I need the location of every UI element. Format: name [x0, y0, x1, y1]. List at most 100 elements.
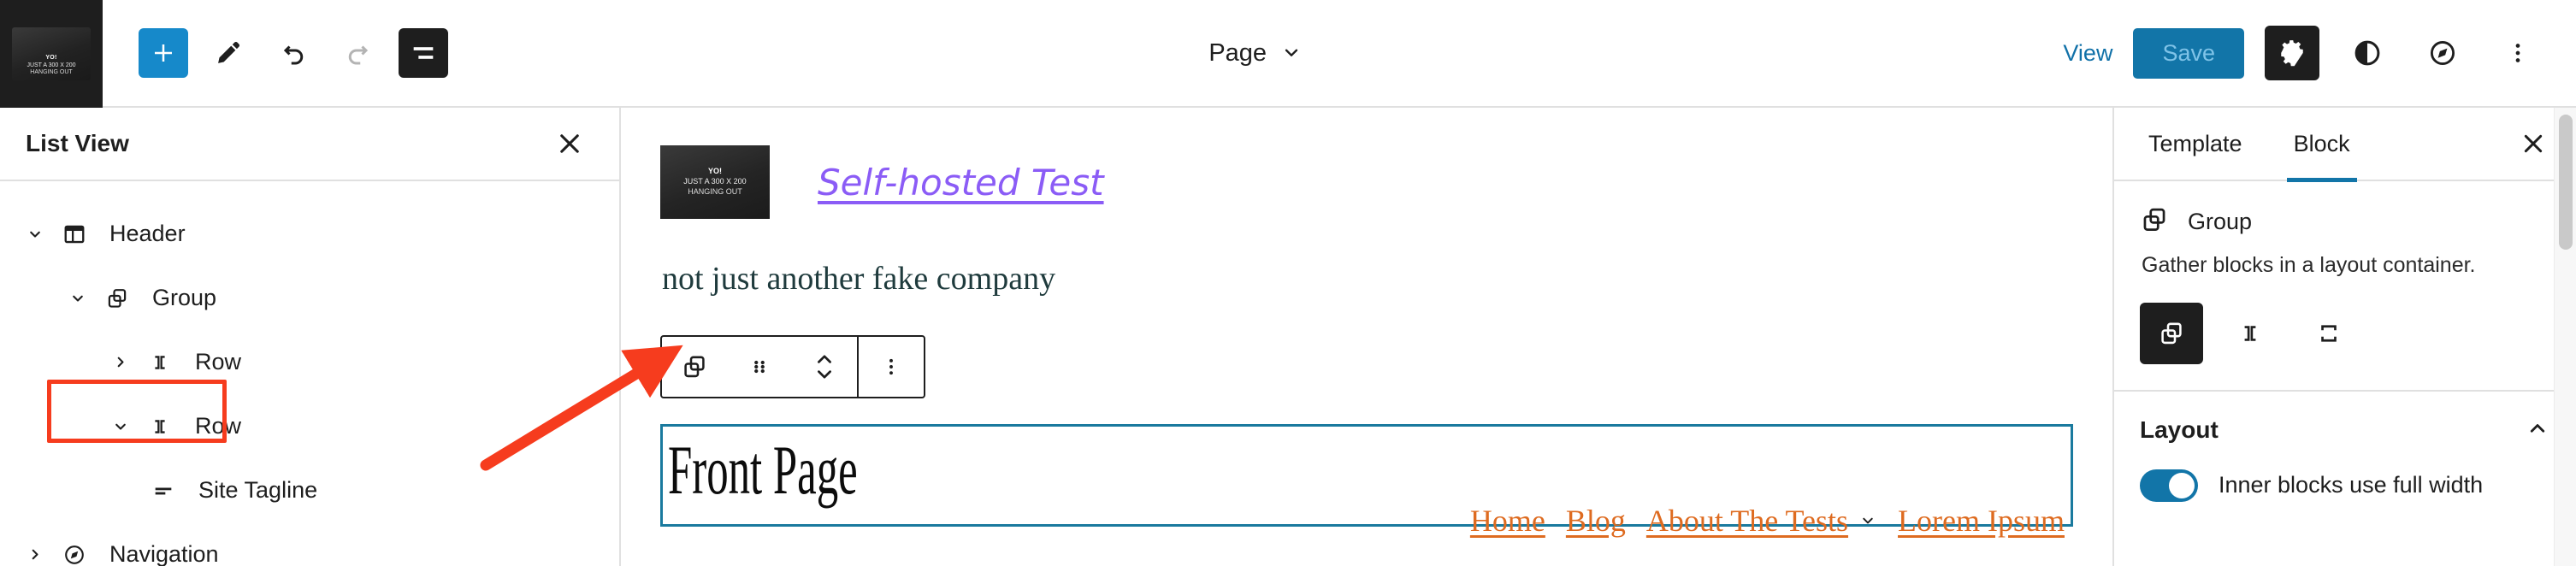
block-options-button[interactable]	[859, 337, 924, 397]
list-item-site-tagline[interactable]: Site Tagline	[0, 458, 619, 522]
list-view-sidebar: List View Header Group Row Row Site Tagl…	[0, 108, 621, 566]
layout-section-header[interactable]: Layout	[2140, 416, 2550, 445]
inspector-scrollbar-thumb[interactable]	[2559, 115, 2573, 250]
nav-link-lorem-ipsum[interactable]: Lorem Ipsum	[1898, 503, 2065, 539]
gear-icon	[2281, 40, 2303, 67]
chevron-down-icon[interactable]	[101, 417, 140, 436]
row-block-icon	[140, 415, 180, 439]
block-inspector-sidebar: Template Block Group Gather blocks in a …	[2114, 108, 2576, 566]
list-view-tree: Header Group Row Row Site Tagline Naviga…	[0, 181, 619, 566]
variation-stack-button[interactable]	[2297, 303, 2360, 364]
chevron-right-icon[interactable]	[101, 353, 140, 372]
vertical-dots-icon	[889, 358, 893, 375]
close-inspector-button[interactable]	[2513, 123, 2554, 164]
site-logo-image[interactable]: YO! JUST A 300 X 200 HANGING OUT	[660, 145, 770, 219]
tools-button[interactable]	[204, 28, 253, 78]
compass-icon	[2430, 40, 2455, 66]
site-title-link[interactable]: Self-hosted Test	[818, 162, 1104, 203]
inspector-scrollbar-track[interactable]	[2554, 108, 2576, 566]
list-item-header[interactable]: Header	[0, 202, 619, 266]
drag-handle-button[interactable]	[727, 337, 792, 397]
editor-canvas: YO! JUST A 300 X 200 HANGING OUT Self-ho…	[621, 108, 2114, 566]
list-view-icon	[413, 47, 434, 59]
close-list-view-button[interactable]	[549, 123, 590, 164]
undo-button[interactable]	[269, 28, 318, 78]
block-toolbar-options-group	[859, 337, 924, 397]
block-variations	[2140, 302, 2547, 364]
tab-template[interactable]: Template	[2123, 107, 2268, 180]
list-item-label: Site Tagline	[198, 477, 318, 503]
view-link[interactable]: View	[2063, 40, 2112, 67]
row-block-icon	[2244, 325, 2256, 341]
layout-section: Layout Inner blocks use full width	[2114, 392, 2576, 502]
list-view-header: List View	[0, 108, 619, 181]
chevron-down-icon	[1863, 517, 1873, 524]
editor-body: List View Header Group Row Row Site Tagl…	[0, 108, 2576, 566]
site-icon-button[interactable]: YO! JUST A 300 X 200 HANGING OUT	[0, 0, 103, 108]
block-toolbar-main-group	[662, 337, 857, 397]
stack-block-icon	[2321, 324, 2337, 342]
group-block-icon	[684, 356, 705, 378]
vertical-dots-icon	[2515, 44, 2520, 62]
tab-block[interactable]: Block	[2268, 107, 2376, 182]
settings-button[interactable]	[2265, 26, 2319, 80]
list-item-label: Row	[195, 413, 242, 439]
list-view-title: List View	[26, 130, 129, 156]
variation-group-button[interactable]	[2140, 302, 2203, 364]
styles-button[interactable]	[2340, 26, 2395, 80]
list-view-toggle-button[interactable]	[399, 28, 448, 78]
save-button[interactable]: Save	[2133, 27, 2244, 79]
add-block-button[interactable]	[139, 28, 188, 78]
list-item-row-2[interactable]: Row	[0, 394, 619, 458]
redo-icon	[348, 45, 369, 65]
site-navigation-menu: Home Blog About The Tests Lorem Ipsum	[1470, 503, 2065, 539]
nav-submenu-about[interactable]: About The Tests	[1646, 503, 1877, 539]
list-item-row-1[interactable]: Row	[0, 330, 619, 394]
undo-icon	[283, 45, 304, 65]
logo-line-2: JUST A 300 X 200	[27, 62, 76, 68]
nav-link-home[interactable]: Home	[1470, 503, 1545, 539]
canvas-logo-line-1: YO!	[707, 167, 722, 176]
top-bar-left-tools	[103, 0, 448, 106]
block-toolbar	[660, 335, 925, 398]
row-block-icon	[140, 351, 180, 374]
header-block-icon	[55, 222, 94, 246]
list-item-label: Group	[152, 285, 217, 310]
logo-line-1: YO!	[45, 54, 57, 61]
chevron-up-icon[interactable]	[2525, 416, 2550, 445]
inspector-tabs: Template Block	[2114, 107, 2576, 182]
nav-link-blog[interactable]: Blog	[1566, 503, 1626, 539]
list-item-label: Header	[109, 221, 186, 246]
nav-link-about-the-tests[interactable]: About The Tests	[1646, 503, 1848, 539]
more-options-button[interactable]	[2490, 26, 2545, 80]
chevron-right-icon[interactable]	[15, 545, 55, 564]
document-bar[interactable]: Page	[448, 0, 2063, 106]
close-icon	[2524, 134, 2543, 153]
block-type-button[interactable]	[662, 337, 727, 397]
list-item-label: Navigation	[109, 541, 219, 566]
chevron-down-icon[interactable]	[15, 225, 55, 244]
site-tagline-text[interactable]: not just another fake company	[662, 260, 2112, 298]
pencil-icon	[218, 41, 240, 63]
move-updown-buttons[interactable]	[792, 337, 857, 397]
variation-row-button[interactable]	[2219, 303, 2282, 364]
chevron-down-icon[interactable]	[58, 289, 97, 308]
logo-line-3: HANGING OUT	[30, 69, 73, 76]
site-icon-thumbnail: YO! JUST A 300 X 200 HANGING OUT	[12, 27, 91, 80]
group-block-icon	[97, 286, 137, 310]
inner-blocks-full-width-toggle[interactable]	[2140, 469, 2198, 502]
layout-section-title: Layout	[2140, 416, 2219, 443]
redo-button[interactable]	[334, 28, 383, 78]
block-name: Group	[2188, 209, 2253, 234]
canvas-logo-line-3: HANGING OUT	[688, 186, 742, 196]
close-icon	[560, 134, 579, 153]
canvas-logo-line-2: JUST A 300 X 200	[683, 177, 747, 186]
list-item-group[interactable]: Group	[0, 266, 619, 330]
list-item-navigation[interactable]: Navigation	[0, 522, 619, 566]
tagline-block-icon	[144, 479, 183, 503]
block-card-header: Group	[2140, 205, 2547, 239]
inner-blocks-full-width-label: Inner blocks use full width	[2219, 472, 2484, 498]
list-item-label: Row	[195, 349, 242, 374]
navigation-button[interactable]	[2415, 26, 2470, 80]
drag-dots-icon	[754, 360, 765, 374]
